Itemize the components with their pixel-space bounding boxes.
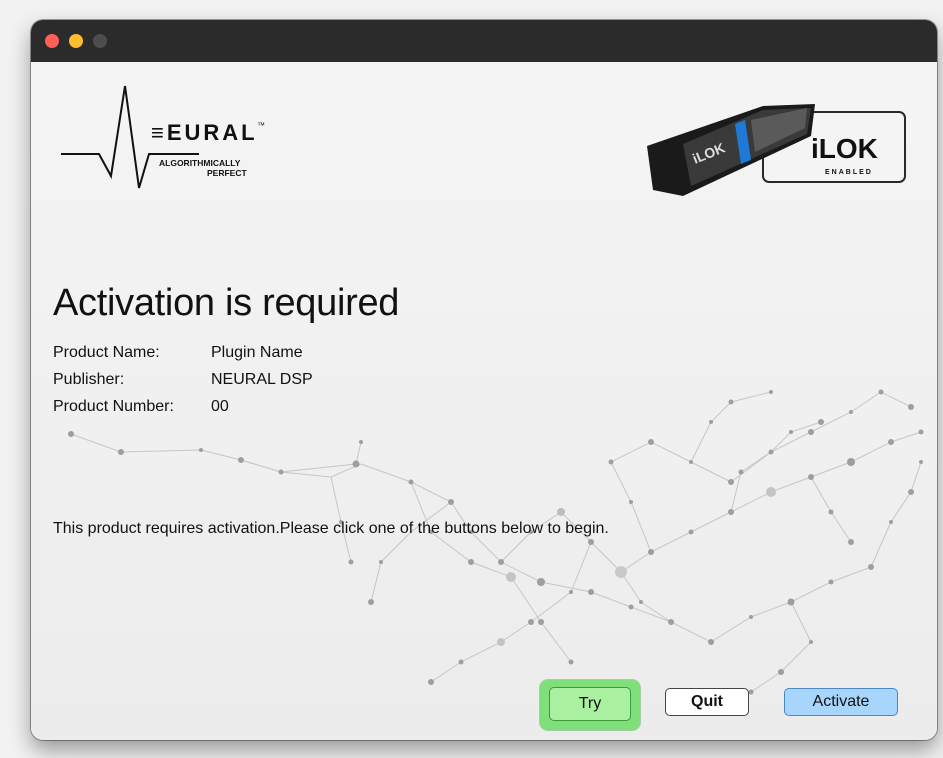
activation-message: This product requires activation.Please …	[53, 520, 609, 537]
page-title: Activation is required	[53, 282, 400, 324]
activate-button[interactable]: Activate	[784, 688, 898, 716]
product-number-value: 00	[211, 398, 229, 415]
publisher-label: Publisher:	[53, 371, 125, 388]
window-content: ≡EURAL ™ ALGORITHMICALLY PERFECT iLOK EN…	[31, 62, 937, 740]
svg-text:PERFECT: PERFECT	[207, 168, 247, 178]
product-info: Product Name: Plugin Name Publisher: NEU…	[53, 344, 313, 425]
svg-text:ALGORITHMICALLY: ALGORITHMICALLY	[159, 158, 241, 168]
publisher-value: NEURAL DSP	[211, 371, 313, 388]
product-number-label: Product Number:	[53, 398, 174, 415]
quit-button[interactable]: Quit	[665, 688, 749, 716]
svg-text:iLOK: iLOK	[811, 133, 878, 164]
svg-text:™: ™	[257, 121, 265, 130]
title-bar	[31, 20, 937, 62]
product-name-value: Plugin Name	[211, 344, 303, 361]
try-button[interactable]: Try	[549, 687, 631, 721]
minimize-window-button[interactable]	[69, 34, 83, 48]
product-name-label: Product Name:	[53, 344, 160, 361]
svg-text:ENABLED: ENABLED	[825, 169, 873, 176]
ilok-enabled-badge: iLOK ENABLED iLOK	[647, 104, 906, 196]
product-number-row: Product Number: 00	[53, 398, 313, 425]
svg-text:≡EURAL: ≡EURAL	[151, 120, 258, 145]
publisher-row: Publisher: NEURAL DSP	[53, 371, 313, 398]
neural-dsp-logo: ≡EURAL ™ ALGORITHMICALLY PERFECT	[61, 85, 265, 189]
product-name-row: Product Name: Plugin Name	[53, 344, 313, 371]
close-window-button[interactable]	[45, 34, 59, 48]
activation-window: ≡EURAL ™ ALGORITHMICALLY PERFECT iLOK EN…	[31, 20, 937, 740]
maximize-window-button[interactable]	[93, 34, 107, 48]
